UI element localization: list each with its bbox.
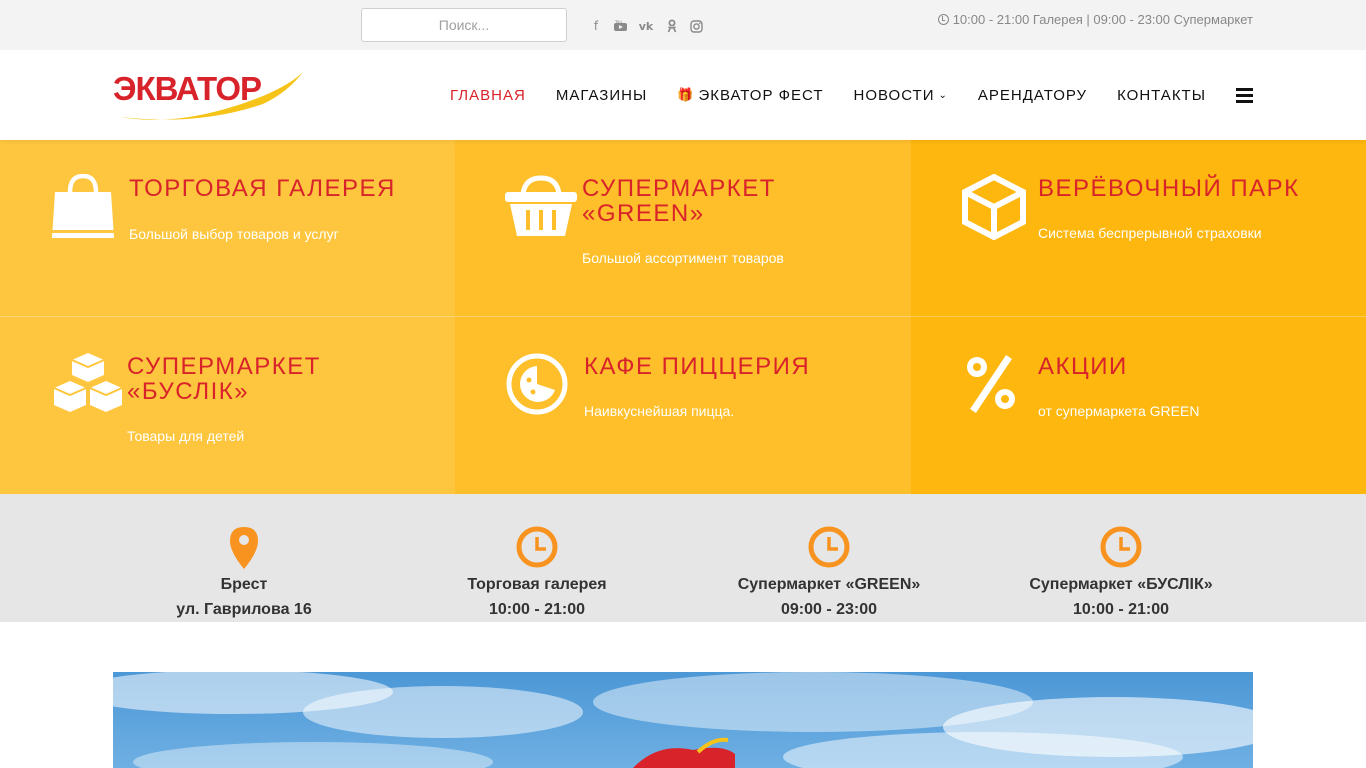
tile-title: СУПЕРМАРКЕТ «GREEN» xyxy=(582,175,776,227)
opening-hours: 10:00 - 21:00 Галерея | 09:00 - 23:00 Су… xyxy=(937,12,1253,27)
logo-text: ЭКВАТОР xyxy=(113,70,262,107)
tile-green[interactable]: СУПЕРМАРКЕТ «GREEN» Большой ассортимент … xyxy=(455,140,911,317)
opening-hours-text: 10:00 - 21:00 Галерея | 09:00 - 23:00 Су… xyxy=(952,12,1253,27)
basket-icon xyxy=(505,175,577,236)
nav-shops-label: МАГАЗИНЫ xyxy=(555,86,648,104)
tile-title: ВЕРЁВОЧНЫЙ ПАРК xyxy=(1038,175,1300,202)
gift-icon: 🎁 xyxy=(677,87,695,103)
search-input[interactable] xyxy=(361,8,567,42)
tile-title: ТОРГОВАЯ ГАЛЕРЕЯ xyxy=(129,175,396,202)
nav-fest-label: ЭКВАТОР ФЕСТ xyxy=(698,86,824,104)
tile-text: Система беспрерывной страховки xyxy=(1038,225,1262,241)
info-line1: Супермаркет «GREEN» xyxy=(737,576,921,593)
nav-news-label: НОВОСТИ xyxy=(853,86,935,104)
shopping-bag-icon xyxy=(52,174,114,238)
info-strip: Брест ул. Гаврилова 16 Торговая галерея … xyxy=(0,494,1366,622)
nav-home-label: ГЛАВНАЯ xyxy=(450,86,526,104)
tile-text: Наивкуснейшая пицца. xyxy=(584,403,735,419)
facebook-icon[interactable]: f xyxy=(588,16,604,36)
clock-icon xyxy=(1100,526,1142,568)
info-line1: Супермаркет «БУСЛІК» xyxy=(1029,576,1213,593)
menu-icon[interactable] xyxy=(1236,87,1253,103)
clock-icon xyxy=(937,14,949,25)
logo[interactable]: ЭКВАТОР xyxy=(113,70,305,122)
info-address: Брест ул. Гаврилова 16 xyxy=(114,526,374,622)
nav-fest[interactable]: 🎁 ЭКВАТОР ФЕСТ xyxy=(677,87,823,104)
info-line1: Брест xyxy=(220,576,268,593)
nav-contacts[interactable]: КОНТАКТЫ xyxy=(1117,87,1206,104)
top-bar: f You vk 10:00 - 21:00 Галерея | 09:00 -… xyxy=(0,0,1366,50)
instagram-icon[interactable] xyxy=(688,16,704,36)
svg-text:You: You xyxy=(614,20,622,24)
info-line1: Торговая галерея xyxy=(467,576,607,593)
tile-text: Большой выбор товаров и услуг xyxy=(129,226,339,242)
cube-outline-icon xyxy=(962,174,1026,240)
tile-rope-park[interactable]: ВЕРЁВОЧНЫЙ ПАРК Система беспрерывной стр… xyxy=(911,140,1366,317)
chevron-down-icon: ⌄ xyxy=(938,89,948,101)
odnoklassniki-icon[interactable] xyxy=(664,16,680,36)
tile-title: СУПЕРМАРКЕТ «БУСЛІК» xyxy=(127,353,321,405)
nav-news[interactable]: НОВОСТИ ⌄ xyxy=(854,87,948,104)
youtube-icon[interactable]: You xyxy=(612,16,628,36)
tile-text: от супермаркета GREEN xyxy=(1038,403,1200,419)
main-header: ЭКВАТОР ГЛАВНАЯ МАГАЗИНЫ 🎁 ЭКВАТОР ФЕСТ Н… xyxy=(0,50,1366,140)
info-line2: ул. Гаврилова 16 xyxy=(176,601,312,618)
info-green-hours: Супермаркет «GREEN» 09:00 - 23:00 xyxy=(699,526,959,622)
sky-building-photo xyxy=(113,672,1253,768)
tile-buslik[interactable]: СУПЕРМАРКЕТ «БУСЛІК» Товары для детей xyxy=(0,317,455,494)
vk-icon[interactable]: vk xyxy=(636,16,656,36)
percent-icon xyxy=(967,355,1015,413)
info-buslik-hours: Супермаркет «БУСЛІК» 10:00 - 21:00 xyxy=(991,526,1251,622)
social-links: f You vk xyxy=(588,16,704,36)
nav-home[interactable]: ГЛАВНАЯ xyxy=(450,87,526,104)
main-nav: ГЛАВНАЯ МАГАЗИНЫ 🎁 ЭКВАТОР ФЕСТ НОВОСТИ ⌄ … xyxy=(450,50,1253,140)
hero-image xyxy=(113,672,1253,768)
tile-promotions[interactable]: АКЦИИ от супермаркета GREEN xyxy=(911,317,1366,494)
feature-tiles: ТОРГОВАЯ ГАЛЕРЕЯ Большой выбор товаров и… xyxy=(0,140,1366,494)
nav-shops[interactable]: МАГАЗИНЫ xyxy=(556,87,647,104)
tile-gallery[interactable]: ТОРГОВАЯ ГАЛЕРЕЯ Большой выбор товаров и… xyxy=(0,140,455,317)
nav-tenant-label: АРЕНДАТОРУ xyxy=(977,86,1088,104)
info-line2: 09:00 - 23:00 xyxy=(780,601,878,618)
tile-title: КАФЕ ПИЦЦЕРИЯ xyxy=(584,353,811,380)
clock-icon xyxy=(808,526,850,568)
clock-icon xyxy=(516,526,558,568)
toy-blocks-icon xyxy=(53,353,123,412)
tile-text: Большой ассортимент товаров xyxy=(582,250,784,266)
tile-title: АКЦИИ xyxy=(1038,353,1128,380)
pizza-icon xyxy=(506,353,568,415)
map-pin-icon xyxy=(230,527,258,569)
nav-tenant[interactable]: АРЕНДАТОРУ xyxy=(978,87,1087,104)
tile-text: Товары для детей xyxy=(127,428,245,444)
nav-contacts-label: КОНТАКТЫ xyxy=(1117,86,1206,104)
info-line2: 10:00 - 21:00 xyxy=(1072,601,1170,618)
info-gallery-hours: Торговая галерея 10:00 - 21:00 xyxy=(407,526,667,622)
tile-pizza[interactable]: КАФЕ ПИЦЦЕРИЯ Наивкуснейшая пицца. xyxy=(455,317,911,494)
info-line2: 10:00 - 21:00 xyxy=(488,601,586,618)
